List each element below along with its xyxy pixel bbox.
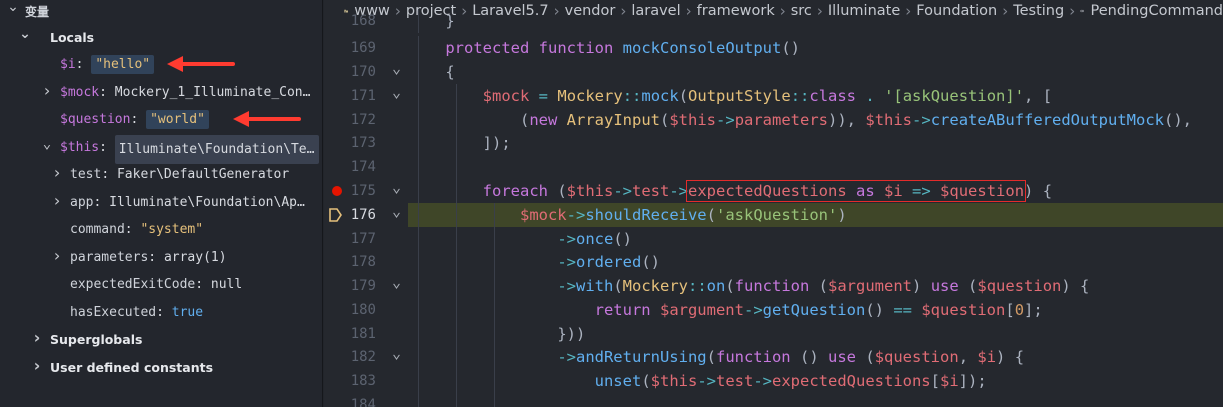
breakpoint-icon[interactable] xyxy=(332,186,342,196)
code-line: { xyxy=(408,60,1223,84)
annotation-arrow-icon xyxy=(233,111,301,127)
variable-value: "hello" xyxy=(91,55,155,74)
variable-name: $question xyxy=(60,112,131,127)
code-line: ->once() xyxy=(408,227,1223,251)
code-line: protected function mockConsoleOutput() xyxy=(408,36,1223,60)
line-number: 182 xyxy=(324,345,408,369)
code-line: } xyxy=(408,9,1223,33)
locals-label: Locals xyxy=(50,30,95,45)
line-number: 183 xyxy=(350,373,376,389)
line-number: 172 xyxy=(350,112,376,128)
line-number: 180 xyxy=(350,302,376,318)
code-line: $mock = Mockery::mock(OutputStyle::class… xyxy=(408,84,1223,108)
variable-value: Illuminate\Foundation\Testing\PendingCom… xyxy=(114,135,319,164)
code-editor: www › project › Laravel5.7 › vendor › larave… xyxy=(324,0,1223,407)
variable-row[interactable]: $this: Illuminate\Foundation\Testing\Pen… xyxy=(0,135,322,164)
code-line: (new ArrayInput($this->parameters)), $th… xyxy=(408,108,1223,132)
fold-chevron-icon[interactable] xyxy=(392,345,401,371)
locals-group[interactable]: Locals xyxy=(0,25,322,50)
property-row[interactable]: test: Faker\DefaultGenerator xyxy=(0,162,322,187)
code-line: return $argument->getQuestion() == $ques… xyxy=(408,298,1223,322)
property-row[interactable]: command: "system" xyxy=(0,217,322,242)
line-number[interactable]: 176 xyxy=(324,203,408,227)
variable-name: $mock xyxy=(60,85,100,100)
property-row[interactable]: hasExecuted: true xyxy=(0,300,322,325)
code-line xyxy=(408,155,1223,179)
variables-panel: 变量 Locals $i: "hello" $mock: Mockery_1_I… xyxy=(0,0,323,407)
line-gutter: 168 169 170 171 172 173 174 175 176 177 … xyxy=(324,13,408,407)
line-number: 179 xyxy=(324,274,408,298)
line-number: 168 xyxy=(350,13,376,29)
chevron-right-icon[interactable] xyxy=(30,360,44,374)
fold-chevron-icon[interactable] xyxy=(392,274,401,300)
chevron-down-icon[interactable] xyxy=(40,140,54,154)
chevron-right-icon[interactable] xyxy=(50,250,64,264)
variable-row[interactable]: $i: "hello" xyxy=(0,52,322,77)
chevron-right-icon[interactable] xyxy=(30,332,44,346)
current-line-pointer-icon xyxy=(329,208,342,222)
superglobals-group[interactable]: Superglobals xyxy=(0,327,322,352)
chevron-down-icon[interactable] xyxy=(6,3,20,17)
property-row[interactable]: expectedExitCode: null xyxy=(0,272,322,297)
code-line: ]); xyxy=(408,131,1223,155)
constants-group[interactable]: User defined constants xyxy=(0,355,322,380)
variable-row[interactable]: $mock: Mockery_1_Illuminate_Console_Outp… xyxy=(0,80,322,105)
annotation-arrow-icon xyxy=(167,56,235,72)
variables-title: 变量 xyxy=(25,5,50,19)
line-number: 173 xyxy=(350,135,376,151)
code-line: ->with(Mockery::on(function ($argument) … xyxy=(408,274,1223,298)
variable-value: Mockery_1_Illuminate_Console_OutputStyle xyxy=(114,85,315,100)
property-row[interactable]: app: Illuminate\Foundation\Application xyxy=(0,190,322,215)
chevron-right-icon[interactable] xyxy=(40,85,54,99)
code-line xyxy=(408,393,1223,407)
code-line: unset($this->test->expectedQuestions[$i]… xyxy=(408,369,1223,393)
code-line-current: $mock->shouldReceive('askQuestion') xyxy=(408,203,1223,227)
code-area[interactable]: } protected function mockConsoleOutput()… xyxy=(408,9,1223,407)
chevron-down-icon[interactable] xyxy=(18,30,32,44)
highlight-box: expectedQuestions as $i => $question xyxy=(686,180,1027,202)
line-number: 171 xyxy=(324,84,408,108)
code-line: })) xyxy=(408,322,1223,346)
fold-chevron-icon[interactable] xyxy=(392,203,401,229)
code-line: foreach ($this->test->expectedQuestions … xyxy=(408,179,1223,203)
chevron-right-icon[interactable] xyxy=(50,195,64,209)
property-row[interactable]: parameters: array(1) xyxy=(0,245,322,270)
line-number: 184 xyxy=(350,397,376,407)
line-number: 177 xyxy=(350,231,376,247)
code-line: ->andReturnUsing(function () use ($quest… xyxy=(408,345,1223,369)
variable-value: "world" xyxy=(146,110,209,129)
variable-name: $i xyxy=(60,57,76,72)
chevron-right-icon[interactable] xyxy=(50,167,64,181)
code-line: ->ordered() xyxy=(408,250,1223,274)
fold-chevron-icon[interactable] xyxy=(392,84,401,110)
variables-header[interactable]: 变量 xyxy=(0,0,322,22)
variable-name: $this xyxy=(60,140,100,155)
